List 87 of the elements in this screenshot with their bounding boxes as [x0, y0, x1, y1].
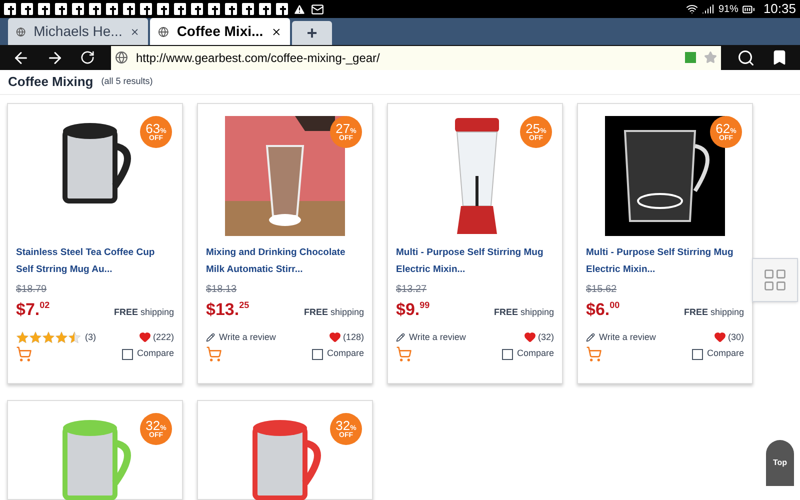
browser-tab[interactable]: Michaels He...	[8, 18, 148, 45]
notification-icon	[123, 3, 135, 15]
star-icon	[29, 330, 42, 344]
compare-checkbox[interactable]: Compare	[502, 347, 554, 361]
like-count: (32)	[538, 330, 554, 344]
notification-icon	[259, 3, 271, 15]
like-count: (222)	[152, 330, 174, 344]
tab-title: Michaels He...	[34, 22, 122, 41]
price: $6.$^{00}$	[586, 298, 620, 321]
signal-icon	[702, 3, 714, 15]
write-review-link[interactable]: Write a review	[599, 330, 656, 344]
bookmark-star-icon[interactable]	[704, 51, 717, 64]
star-icon	[16, 330, 29, 344]
write-review-link[interactable]: Write a review	[409, 330, 466, 344]
notification-icon	[55, 3, 67, 15]
old-price: $18.13	[206, 283, 237, 297]
shipping-label: FREE shipping	[114, 306, 174, 319]
price: $7.$^{02}$	[16, 298, 50, 321]
result-count: (all 5 results)	[101, 75, 153, 88]
category-title: Coffee Mixing	[8, 73, 94, 92]
star-icon	[55, 330, 68, 344]
pencil-icon	[396, 332, 405, 342]
browser-tab[interactable]: Coffee Mixi...	[150, 18, 290, 45]
clock: 10:35	[763, 0, 796, 18]
globe-icon	[16, 24, 26, 38]
notification-icon	[208, 3, 220, 15]
pencil-icon	[586, 332, 595, 342]
product-title-link[interactable]: Multi - Purpose Self Stirring Mug Electric Mixin...	[586, 244, 744, 278]
globe-icon	[115, 51, 128, 64]
old-price: $15.62	[586, 283, 617, 297]
notification-icon	[21, 3, 33, 15]
url-text: http://www.gearbest.com/coffee-mixing-_gear/	[136, 50, 381, 67]
cart-icon[interactable]	[206, 346, 222, 362]
warning-icon	[293, 2, 306, 16]
notification-icon	[276, 3, 288, 15]
product-title-link[interactable]: Mixing and Drinking Chocolate Milk Automatic Stirr...	[206, 244, 364, 278]
shipping-label: FREE shipping	[684, 306, 744, 319]
battery-icon	[742, 2, 756, 16]
price: $9.$^{99}$	[396, 298, 430, 321]
back-to-top-button[interactable]: Top	[766, 440, 794, 486]
price: $13.$^{25}$	[206, 298, 250, 321]
pencil-icon	[206, 332, 215, 342]
grid-icon	[762, 267, 788, 293]
notification-icon	[38, 3, 50, 15]
old-price: $18.79	[16, 283, 47, 297]
product-title-link[interactable]: Stainless Steel Tea Coffee Cup Self Strring Mug Au...	[16, 244, 174, 278]
extension-icon[interactable]	[685, 52, 696, 64]
notification-icon	[225, 3, 237, 15]
like-count: (128)	[342, 330, 364, 344]
shipping-label: FREE shipping	[494, 306, 554, 319]
notification-icon	[89, 3, 101, 15]
new-tab-button[interactable]: +	[292, 21, 332, 45]
cart-icon[interactable]	[396, 346, 412, 362]
battery-percent: 91%	[718, 2, 738, 16]
grid-view-button[interactable]	[752, 258, 798, 302]
bookmarks-icon[interactable]	[771, 49, 788, 66]
reload-icon[interactable]	[80, 50, 95, 66]
compare-checkbox[interactable]: Compare	[122, 347, 174, 361]
notification-icon	[157, 3, 169, 15]
old-price: $13.27	[396, 283, 427, 297]
notification-icon	[174, 3, 186, 15]
product-title-link[interactable]: Multi - Purpose Self Stirring Mug Electric Mixin...	[396, 244, 554, 278]
notification-icon	[106, 3, 118, 15]
search-icon[interactable]	[737, 48, 755, 67]
address-field[interactable]: http://www.gearbest.com/coffee-mixing-_gear/	[111, 46, 721, 70]
notification-icon	[242, 3, 254, 15]
shipping-label: FREE shipping	[304, 306, 364, 319]
star-icon	[68, 330, 81, 344]
write-review-link[interactable]: Write a review	[219, 330, 276, 344]
compare-checkbox[interactable]: Compare	[692, 347, 744, 361]
globe-icon	[158, 24, 169, 38]
heart-icon[interactable]	[714, 331, 726, 344]
tab-title: Coffee Mixi...	[176, 22, 264, 41]
notification-icon	[72, 3, 84, 15]
heart-icon[interactable]	[524, 331, 536, 344]
notification-icon	[4, 3, 16, 15]
cart-icon[interactable]	[16, 346, 32, 362]
like-count: (30)	[728, 330, 744, 344]
heart-icon[interactable]	[328, 331, 341, 344]
mail-icon	[311, 2, 324, 16]
compare-checkbox[interactable]: Compare	[312, 347, 364, 361]
cart-icon[interactable]	[586, 346, 602, 362]
notification-icon	[140, 3, 152, 15]
star-icon	[42, 330, 55, 344]
heart-icon[interactable]	[138, 331, 151, 344]
notification-icon	[191, 3, 203, 15]
review-count: (3)	[85, 330, 96, 344]
